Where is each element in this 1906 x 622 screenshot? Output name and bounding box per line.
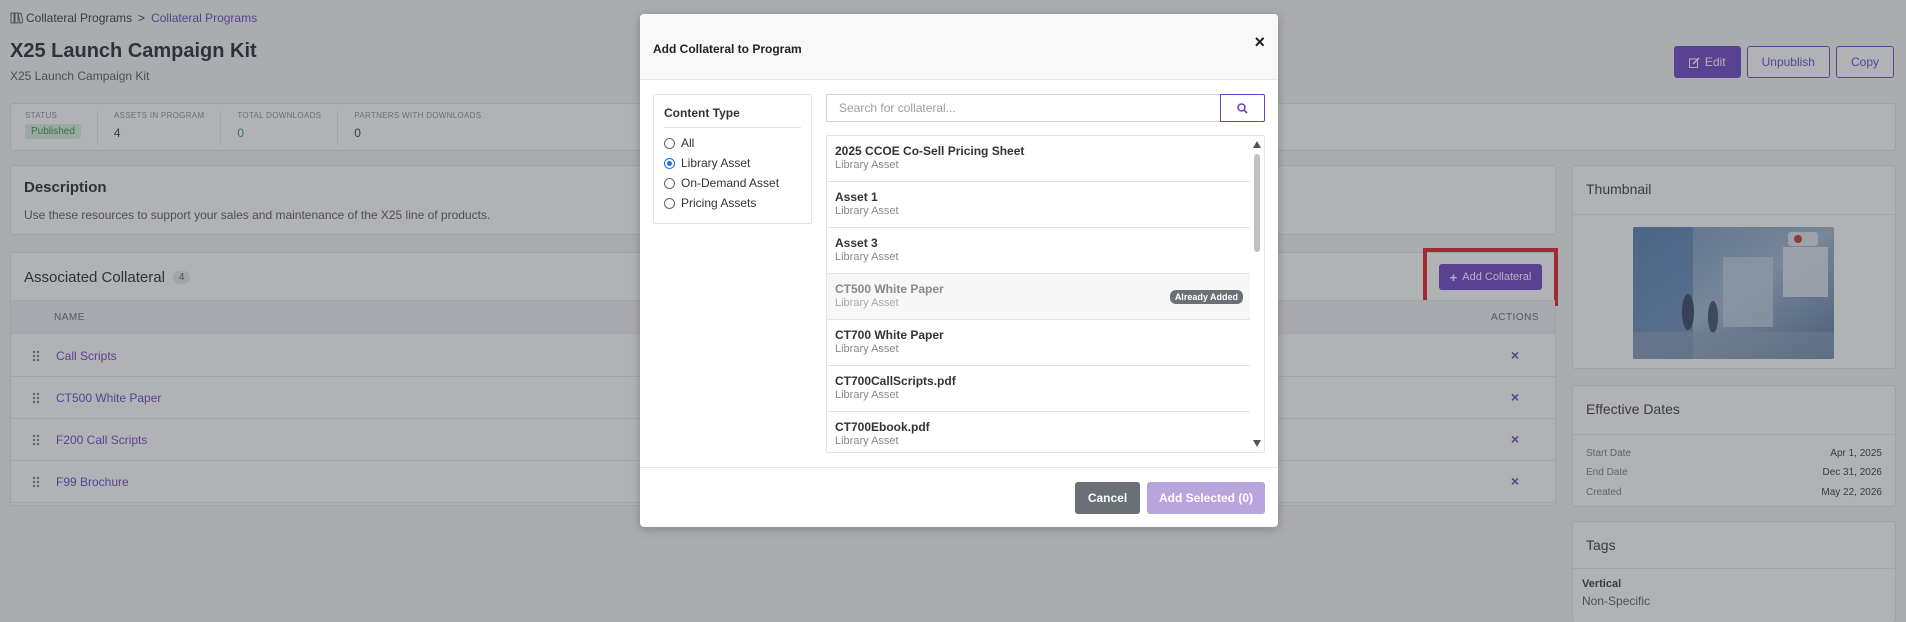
radio-label: Library Asset bbox=[681, 156, 751, 170]
item-type: Library Asset bbox=[835, 205, 899, 217]
radio-on-demand-asset[interactable]: On-Demand Asset bbox=[664, 176, 779, 190]
radio-all[interactable]: All bbox=[664, 136, 694, 150]
item-type: Library Asset bbox=[835, 343, 899, 355]
item-type: Library Asset bbox=[835, 159, 899, 171]
item-type: Library Asset bbox=[835, 389, 899, 401]
radio-button[interactable] bbox=[664, 197, 675, 209]
radio-label: Pricing Assets bbox=[681, 196, 757, 210]
cancel-button[interactable]: Cancel bbox=[1075, 482, 1140, 514]
list-item[interactable]: Asset 1 Library Asset bbox=[827, 182, 1251, 228]
already-added-badge: Already Added bbox=[1169, 290, 1243, 304]
item-type: Library Asset bbox=[835, 251, 899, 263]
divider bbox=[664, 127, 801, 128]
list-item[interactable]: CT700Ebook.pdf Library Asset bbox=[827, 412, 1251, 452]
scroll-down-icon[interactable] bbox=[1253, 440, 1261, 447]
add-collateral-modal: Add Collateral to Program × Content Type… bbox=[640, 14, 1278, 527]
radio-label: On-Demand Asset bbox=[681, 176, 780, 190]
modal-title: Add Collateral to Program bbox=[653, 42, 802, 56]
radio-library-asset[interactable]: Library Asset bbox=[664, 156, 750, 170]
modal-footer: Cancel Add Selected (0) bbox=[640, 467, 1278, 527]
content-type-filter: Content Type All Library Asset On-Demand… bbox=[653, 94, 812, 224]
search-input[interactable] bbox=[826, 94, 1220, 122]
list-item[interactable]: Asset 3 Library Asset bbox=[827, 228, 1251, 274]
item-name: Asset 1 bbox=[835, 190, 878, 204]
list-scrollbar[interactable] bbox=[1250, 136, 1264, 452]
item-name: 2025 CCOE Co-Sell Pricing Sheet bbox=[835, 144, 1025, 158]
item-type: Library Asset bbox=[835, 297, 899, 309]
radio-button-selected[interactable] bbox=[664, 157, 675, 169]
item-name: Asset 3 bbox=[835, 236, 878, 250]
search-button[interactable] bbox=[1220, 94, 1265, 122]
scroll-thumb[interactable] bbox=[1254, 154, 1260, 252]
radio-button[interactable] bbox=[664, 137, 675, 149]
item-type: Library Asset bbox=[835, 435, 899, 447]
collateral-list: 2025 CCOE Co-Sell Pricing Sheet Library … bbox=[826, 135, 1265, 453]
close-icon[interactable]: × bbox=[1254, 32, 1265, 53]
item-name: CT700CallScripts.pdf bbox=[835, 374, 956, 388]
list-item[interactable]: CT700CallScripts.pdf Library Asset bbox=[827, 366, 1251, 412]
radio-label: All bbox=[681, 136, 695, 150]
scroll-up-icon[interactable] bbox=[1253, 141, 1261, 148]
search-icon bbox=[1237, 102, 1248, 114]
collateral-search bbox=[826, 94, 1265, 122]
list-item-disabled: CT500 White Paper Library Asset Already … bbox=[827, 274, 1251, 320]
radio-button[interactable] bbox=[664, 177, 675, 189]
radio-pricing-assets[interactable]: Pricing Assets bbox=[664, 196, 756, 210]
item-name: CT500 White Paper bbox=[835, 282, 944, 296]
list-item[interactable]: CT700 White Paper Library Asset bbox=[827, 320, 1251, 366]
item-name: CT700 White Paper bbox=[835, 328, 944, 342]
add-selected-button[interactable]: Add Selected (0) bbox=[1147, 482, 1265, 514]
modal-header: Add Collateral to Program × bbox=[640, 14, 1278, 80]
list-item[interactable]: 2025 CCOE Co-Sell Pricing Sheet Library … bbox=[827, 136, 1251, 182]
item-name: CT700Ebook.pdf bbox=[835, 420, 930, 434]
content-type-heading: Content Type bbox=[664, 106, 740, 120]
